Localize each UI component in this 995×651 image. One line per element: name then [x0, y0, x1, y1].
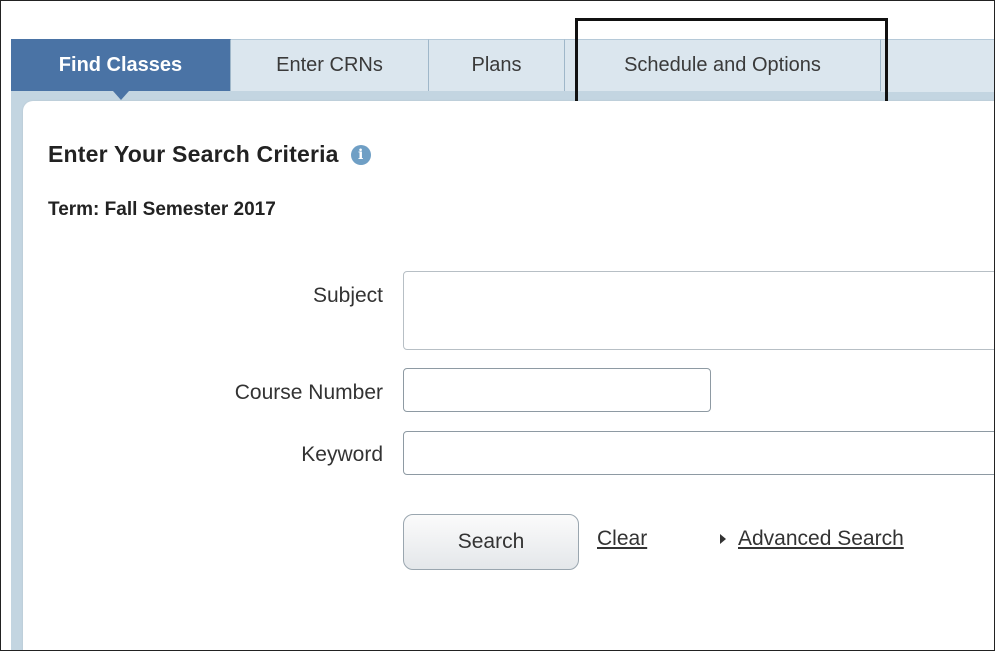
tab-label: Enter CRNs [276, 54, 383, 76]
advanced-search-toggle[interactable]: Advanced Search [720, 527, 904, 551]
term-label: Term: Fall Semester 2017 [48, 199, 276, 220]
keyword-input[interactable] [403, 431, 994, 475]
page-title: Enter Your Search Criteria [48, 141, 339, 167]
tab-bar-filler [881, 39, 994, 92]
tab-schedule-and-options[interactable]: Schedule and Options [565, 39, 881, 91]
search-button[interactable]: Search [403, 514, 579, 570]
subject-input[interactable] [403, 271, 994, 350]
info-icon[interactable]: i [350, 144, 371, 165]
tab-label: Find Classes [58, 54, 183, 76]
tab-label: Schedule and Options [624, 54, 821, 76]
title-row: Enter Your Search Criteria i [48, 141, 371, 168]
course-number-input[interactable] [403, 368, 711, 412]
keyword-label: Keyword [301, 443, 383, 466]
app-frame: Find Classes Enter CRNs Plans Schedule a… [0, 0, 995, 651]
tab-plans[interactable]: Plans [429, 39, 565, 91]
tab-find-classes[interactable]: Find Classes [11, 39, 231, 100]
search-panel: Enter Your Search Criteria i Term: Fall … [23, 101, 994, 650]
tab-label: Plans [471, 54, 522, 76]
tab-enter-crns[interactable]: Enter CRNs [231, 39, 429, 91]
clear-link[interactable]: Clear [597, 527, 647, 551]
course-number-label: Course Number [234, 381, 383, 404]
tab-bar: Find Classes Enter CRNs Plans Schedule a… [11, 39, 994, 100]
caret-right-icon [720, 534, 726, 544]
subject-label: Subject [312, 284, 383, 307]
advanced-search-link[interactable]: Advanced Search [738, 527, 904, 551]
